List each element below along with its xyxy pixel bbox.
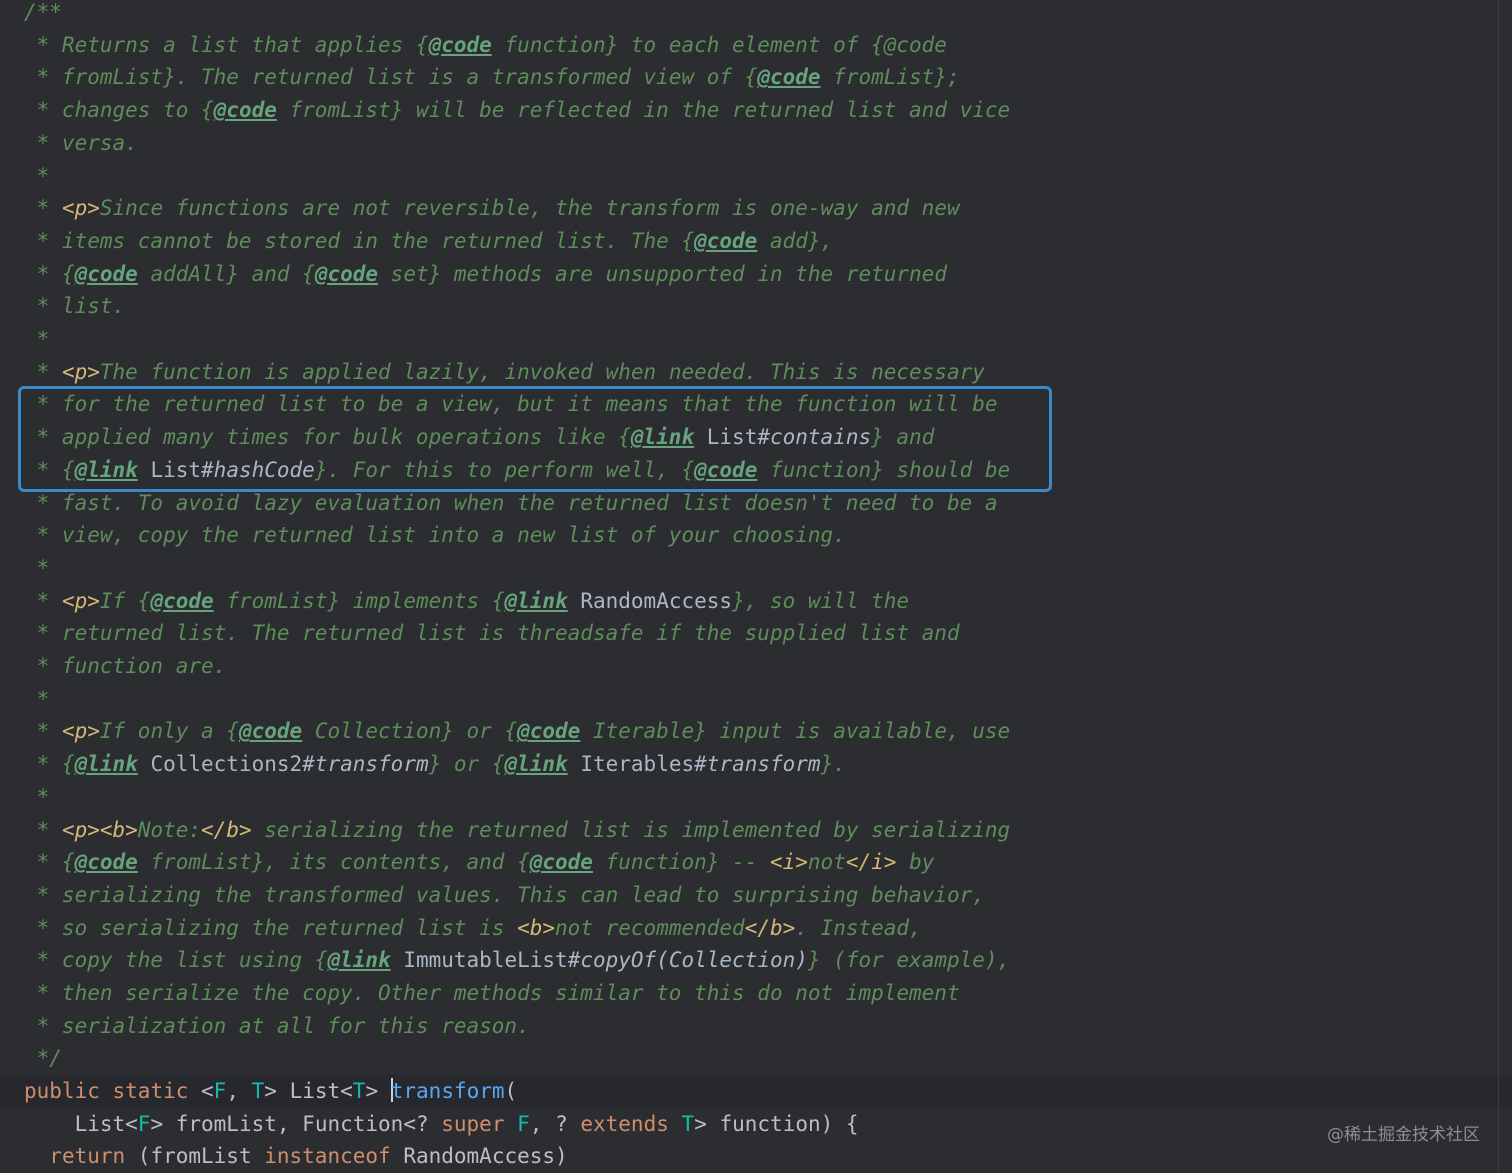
doc-line: *: [24, 686, 50, 711]
doc-line: * then serialize the copy. Other methods…: [24, 981, 960, 1005]
doc-line: * <p>The function is applied lazily, inv…: [24, 359, 985, 384]
doc-line: *: [24, 163, 50, 188]
watermark: @稀土掘金技术社区: [1327, 1125, 1480, 1145]
doc-line: * {@code addAll} and {@code set} methods…: [24, 261, 947, 286]
doc-line: * function are.: [24, 654, 227, 678]
doc-line: * serializing the transformed values. Th…: [24, 882, 985, 907]
doc-line: * list.: [24, 294, 126, 319]
highlight-box: [18, 386, 1052, 492]
doc-line: * view, copy the returned list into a ne…: [24, 523, 846, 548]
scrollbar[interactable]: [1498, 0, 1499, 1173]
doc-line: */: [24, 1046, 62, 1071]
doc-line: * so serializing the returned list is <b…: [24, 915, 922, 940]
doc-line: * <p>Since functions are not reversible,…: [24, 196, 960, 221]
doc-line: * fromList}. The returned list is a tran…: [24, 65, 960, 90]
doc-line: * {@link Collections2#transform} or {@li…: [24, 752, 846, 777]
doc-line: *: [24, 784, 50, 809]
code-line: List<F> fromList, Function<? super F, ? …: [24, 1111, 859, 1136]
doc-line: * <p>If only a {@code Collection} or {@c…: [24, 719, 1011, 744]
doc-line: * versa.: [24, 130, 138, 155]
doc-line: * items cannot be stored in the returned…: [24, 228, 834, 253]
doc-line: * {@code fromList}, its contents, and {@…: [24, 850, 935, 875]
code-editor[interactable]: /** * Returns a list that applies {@code…: [0, 0, 1512, 1173]
doc-line: /**: [24, 0, 62, 24]
doc-line: * changes to {@code fromList} will be re…: [24, 98, 1011, 123]
doc-line: *: [24, 555, 50, 580]
doc-line: * <p>If {@code fromList} implements {@li…: [24, 588, 910, 613]
doc-line: * serialization at all for this reason.: [24, 1013, 530, 1038]
doc-line: * Returns a list that applies {@code fun…: [24, 32, 947, 57]
code-line: public static <F, T> List<T> transform(: [0, 1075, 1512, 1108]
doc-line: * copy the list using {@link ImmutableLi…: [24, 948, 1011, 973]
code-line: return (fromList instanceof RandomAccess…: [49, 1144, 568, 1169]
doc-line: * <p><b>Note:</b> serializing the return…: [24, 817, 1011, 842]
doc-line: * returned list. The returned list is th…: [24, 621, 960, 646]
doc-line: *: [24, 327, 50, 351]
